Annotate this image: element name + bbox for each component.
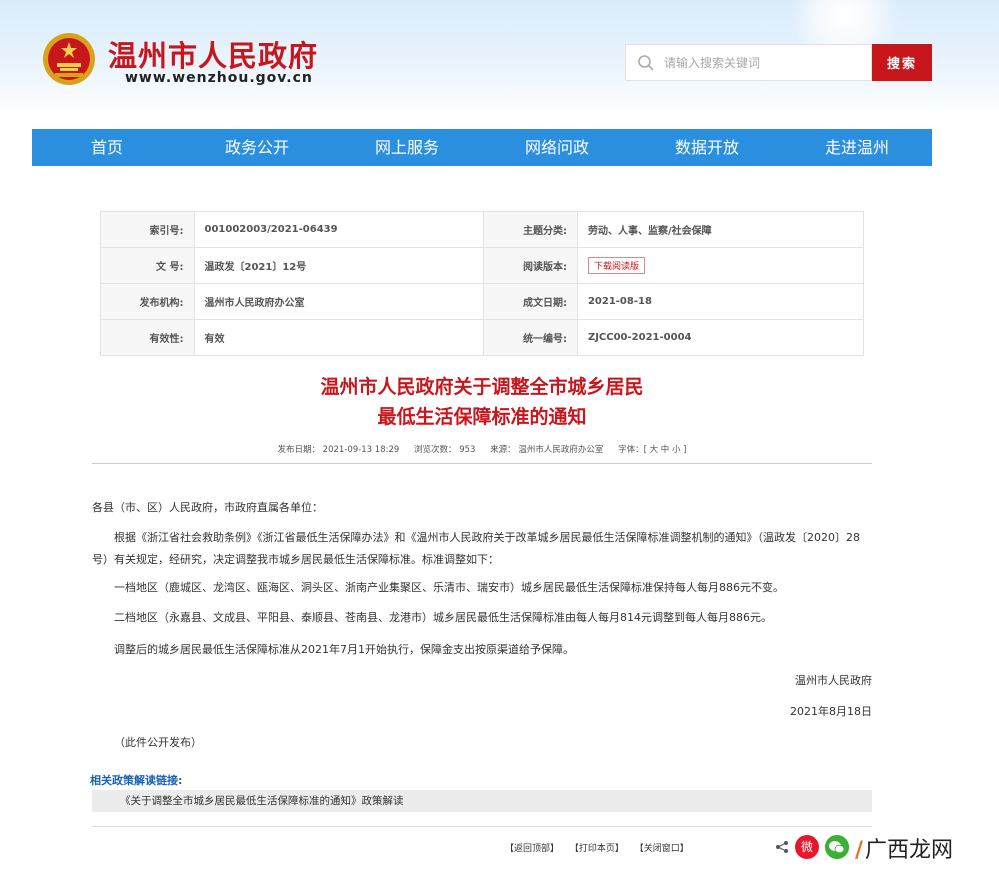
related-links-title: 相关政策解读链接: (90, 774, 183, 787)
wechat-icon[interactable] (825, 835, 849, 859)
meta-value: 温州市人民政府办公室 (193, 283, 485, 320)
table-row: 文 号: 温政发〔2021〕12号 阅读版本: 下载阅读版 (100, 247, 865, 284)
share-icon[interactable] (775, 840, 789, 854)
search-button[interactable]: 搜索 (872, 44, 932, 81)
paragraph-2: 一档地区（鹿城区、龙湾区、瓯海区、洞头区、浙南产业集聚区、乐清市、瑞安市）城乡居… (114, 581, 784, 594)
release-note: （此件公开发布） (114, 736, 202, 749)
watermark-text: 广西龙网 (865, 838, 954, 863)
main-nav: 首页 政务公开 网上服务 网络问政 数据开放 走进温州 (32, 129, 932, 166)
meta-value: 下载阅读版 (576, 247, 865, 284)
search-input[interactable] (664, 53, 864, 73)
print-page-link[interactable]: 【打印本页】 (570, 844, 624, 854)
meta-label: 阅读版本: (483, 247, 578, 284)
nav-item-open-data[interactable]: 数据开放 (632, 129, 782, 166)
table-row: 有效性: 有效 统一编号: ZJCC00-2021-0004 (100, 319, 865, 356)
nav-item-about-wenzhou[interactable]: 走进温州 (782, 129, 932, 166)
meta-label: 发布机构: (100, 283, 195, 320)
meta-label: 文 号: (100, 247, 195, 284)
signature: 温州市人民政府 (795, 674, 872, 687)
meta-label: 索引号: (100, 211, 195, 248)
meta-label: 成文日期: (483, 283, 578, 320)
title-line-2: 最低生活保障标准的通知 (377, 406, 587, 428)
meta-value: ZJCC00-2021-0004 (576, 319, 865, 356)
weibo-icon[interactable]: 微 (795, 835, 819, 859)
close-window-link[interactable]: 【关闭窗口】 (635, 844, 689, 854)
divider (92, 463, 872, 464)
view-count: 浏览次数： 953 (414, 445, 476, 455)
back-to-top-link[interactable]: 【返回顶部】 (505, 844, 559, 854)
table-row: 索引号: 001002003/2021-06439 主题分类: 劳动、人事、监察… (100, 211, 865, 248)
meta-value: 有效 (193, 319, 485, 356)
watermark-mark: / (855, 837, 864, 863)
nav-item-home[interactable]: 首页 (32, 129, 182, 166)
publish-date: 发布日期： 2021-09-13 18:29 (277, 445, 400, 455)
paragraph-4: 调整后的城乡居民最低生活保障标准从2021年7月1开始执行，保障金支出按原渠道给… (114, 643, 574, 656)
meta-value: 温政发〔2021〕12号 (193, 247, 485, 284)
publish-info: 发布日期： 2021-09-13 18:29 浏览次数： 953 来源： 温州市… (92, 443, 872, 455)
meta-value: 劳动、人事、监察/社会保障 (576, 211, 865, 248)
source: 来源： 温州市人民政府办公室 (490, 445, 604, 455)
bottom-links: 【返回顶部】 【打印本页】 【关闭窗口】 (505, 841, 697, 854)
search-box (625, 44, 872, 81)
font-size-selector[interactable]: 字体：[ 大 中 小 ] (618, 445, 686, 455)
site-title[interactable]: 温州市人民政府 (108, 33, 318, 75)
nav-item-online-inquiry[interactable]: 网络问政 (482, 129, 632, 166)
meta-value: 2021-08-18 (576, 283, 865, 320)
site-url[interactable]: www.wenzhou.gov.cn (125, 70, 313, 86)
paragraph-3: 二档地区（永嘉县、文成县、平阳县、泰顺县、苍南县、龙港市）城乡居民最低生活保障标… (114, 611, 772, 624)
search-icon (638, 55, 654, 71)
download-read-version-button[interactable]: 下载阅读版 (587, 257, 645, 274)
title-line-1: 温州市人民政府关于调整全市城乡居民 (320, 376, 644, 398)
meta-label: 统一编号: (483, 319, 578, 356)
nav-item-gov-affairs[interactable]: 政务公开 (182, 129, 332, 166)
watermark-logo: /广西龙网 (855, 832, 953, 864)
document-title: 温州市人民政府关于调整全市城乡居民 最低生活保障标准的通知 (92, 372, 872, 432)
paragraph-1: 根据《浙江省社会救助条例》《浙江省最低生活保障办法》和《温州市人民政府关于改革城… (92, 531, 860, 566)
sign-date: 2021年8月18日 (790, 705, 872, 718)
salutation: 各县（市、区）人民政府，市政府直属各单位： (92, 501, 323, 514)
meta-value: 001002003/2021-06439 (193, 211, 485, 248)
document-meta-table: 索引号: 001002003/2021-06439 主题分类: 劳动、人事、监察… (100, 211, 865, 356)
divider (92, 826, 872, 827)
meta-label: 主题分类: (483, 211, 578, 248)
national-emblem-icon (43, 33, 95, 85)
meta-label: 有效性: (100, 319, 195, 356)
table-row: 发布机构: 温州市人民政府办公室 成文日期: 2021-08-18 (100, 283, 865, 320)
nav-item-online-service[interactable]: 网上服务 (332, 129, 482, 166)
related-link[interactable]: 《关于调整全市城乡居民最低生活保障标准的通知》政策解读 (92, 790, 872, 812)
